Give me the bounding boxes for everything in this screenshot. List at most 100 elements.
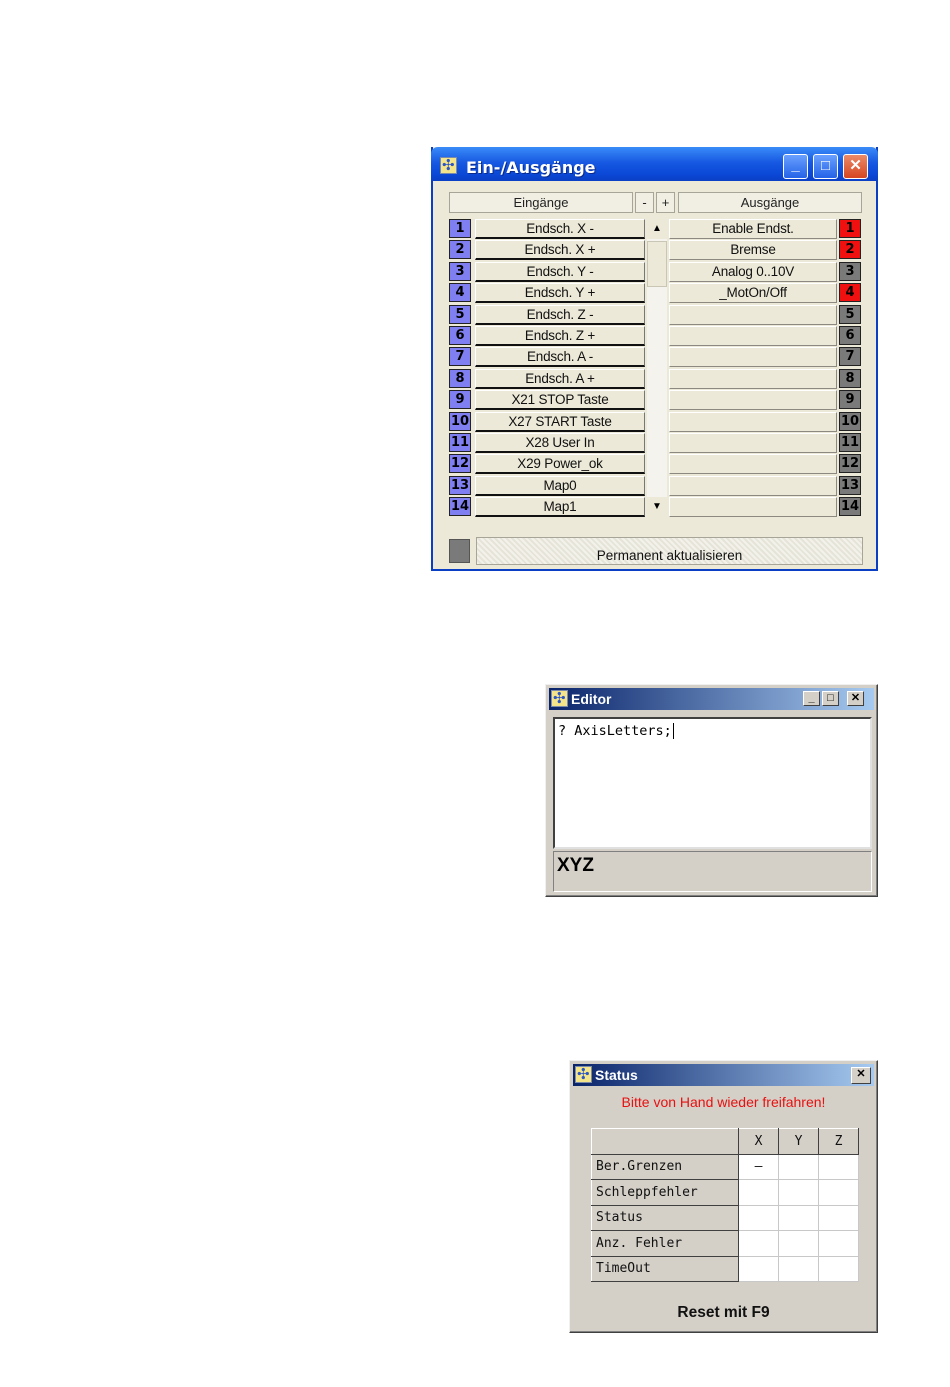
status-value <box>778 1179 819 1206</box>
output-number: 7 <box>839 347 861 367</box>
input-label[interactable]: Endsch. Y - <box>475 261 645 282</box>
output-number: 6 <box>839 326 861 345</box>
input-label[interactable]: Endsch. A + <box>475 368 645 389</box>
status-value <box>738 1255 779 1282</box>
status-row: Schleppfehler <box>591 1179 859 1206</box>
reset-hint: Reset mit F9 <box>677 1304 770 1321</box>
input-number: 11 <box>449 433 471 452</box>
editor-titlebar[interactable]: Editor _ □ ✕ <box>549 688 874 710</box>
inputs-header[interactable]: Eingänge <box>449 192 633 213</box>
output-button[interactable] <box>669 390 837 411</box>
output-number: 1 <box>839 219 861 238</box>
status-value <box>738 1204 779 1231</box>
input-number: 7 <box>449 347 471 367</box>
output-button[interactable] <box>669 326 837 346</box>
output-number: 8 <box>839 368 861 388</box>
input-label[interactable]: Endsch. X + <box>475 240 645 261</box>
output-number: 9 <box>839 390 861 410</box>
io-window: Ein-/Ausgänge _ □ ✕ Eingänge - + Ausgäng… <box>431 147 878 571</box>
input-label[interactable]: Endsch. Z + <box>475 326 645 346</box>
output-button[interactable] <box>669 475 837 496</box>
input-label[interactable]: Endsch. Y + <box>475 283 645 304</box>
status-titlebar[interactable]: Status ✕ <box>573 1064 874 1086</box>
editor-textarea[interactable]: ? AxisLetters; <box>553 717 872 849</box>
outputs-header[interactable]: Ausgänge <box>678 192 862 213</box>
close-button[interactable]: ✕ <box>851 1067 871 1084</box>
app-icon <box>575 1065 592 1083</box>
output-button[interactable]: Bremse <box>669 240 837 261</box>
status-value <box>818 1179 859 1206</box>
maximize-button[interactable]: □ <box>813 154 838 179</box>
output-button[interactable]: Enable Endst. <box>669 219 837 239</box>
input-number: 4 <box>449 283 471 303</box>
status-row-label: Ber.Grenzen <box>591 1153 739 1180</box>
output-button[interactable]: _MotOn/Off <box>669 283 837 304</box>
status-value <box>738 1179 779 1206</box>
scroll-up-icon[interactable]: ▲ <box>647 219 667 239</box>
output-button[interactable] <box>669 304 837 325</box>
close-button[interactable]: ✕ <box>843 154 868 179</box>
status-value <box>818 1255 859 1282</box>
io-window-body: Eingänge - + Ausgänge 1 Endsch. X - 2 Endsc… <box>433 181 876 569</box>
status-grid: X Y Z Ber.Grenzen – Schleppfehler Status Anz. F… <box>591 1128 859 1282</box>
input-label[interactable]: X29 Power_ok <box>475 454 645 475</box>
input-label[interactable]: Endsch. Z - <box>475 304 645 325</box>
status-header-row: XYZ <box>591 1128 859 1155</box>
output-number: 11 <box>839 433 861 452</box>
permanent-update-button[interactable]: Permanent aktualisieren <box>476 537 863 565</box>
status-title: Status <box>595 1067 638 1083</box>
input-label[interactable]: X27 START Taste <box>475 411 645 432</box>
input-label[interactable]: Endsch. X - <box>475 219 645 239</box>
io-window-titlebar[interactable]: Ein-/Ausgänge _ □ ✕ <box>431 147 878 181</box>
status-message: Bitte von Hand wieder freifahren! <box>621 1094 826 1110</box>
text-cursor <box>672 723 674 739</box>
output-button[interactable] <box>669 454 837 475</box>
input-number: 5 <box>449 304 471 324</box>
permanent-indicator <box>449 539 470 563</box>
page-plus-button[interactable]: + <box>656 192 675 213</box>
minimize-button[interactable]: _ <box>803 691 820 706</box>
status-value <box>818 1153 859 1180</box>
input-label[interactable]: Map1 <box>475 497 645 518</box>
status-row-label: Status <box>591 1204 739 1231</box>
output-number: 2 <box>839 240 861 260</box>
editor-window: Editor _ □ ✕ ? AxisLetters; XYZ <box>545 684 878 897</box>
status-value <box>738 1230 779 1257</box>
input-label[interactable]: X28 User In <box>475 433 645 453</box>
close-button[interactable]: ✕ <box>847 691 864 706</box>
maximize-button[interactable]: □ <box>822 691 839 706</box>
output-button[interactable] <box>669 497 837 518</box>
page-minus-button[interactable]: - <box>635 192 654 213</box>
input-label[interactable]: Endsch. A - <box>475 347 645 368</box>
scroll-thumb[interactable] <box>647 241 667 287</box>
inputs-scrollbar[interactable]: ▲ ▼ <box>647 219 667 517</box>
status-value <box>778 1255 819 1282</box>
status-window: Status ✕ Bitte von Hand wieder freifahre… <box>569 1060 878 1333</box>
input-number: 12 <box>449 454 471 474</box>
app-icon <box>551 689 568 707</box>
output-button[interactable]: Analog 0..10V <box>669 261 837 282</box>
status-row-label: Anz. Fehler <box>591 1230 739 1257</box>
status-row-label: TimeOut <box>591 1255 739 1282</box>
minimize-button[interactable]: _ <box>783 154 808 179</box>
input-label[interactable]: Map0 <box>475 475 645 496</box>
output-button[interactable] <box>669 368 837 389</box>
input-number: 6 <box>449 326 471 345</box>
output-button[interactable] <box>669 433 837 453</box>
status-value: – <box>738 1153 779 1180</box>
output-number: 10 <box>839 411 861 431</box>
app-icon <box>440 156 457 174</box>
editor-title: Editor <box>571 691 612 707</box>
input-label[interactable]: X21 STOP Taste <box>475 390 645 411</box>
output-button[interactable] <box>669 347 837 368</box>
status-row: Anz. Fehler <box>591 1230 859 1257</box>
output-number: 5 <box>839 304 861 324</box>
status-value <box>778 1230 819 1257</box>
input-number: 14 <box>449 497 471 517</box>
scroll-down-icon[interactable]: ▼ <box>647 497 667 517</box>
output-number: 13 <box>839 475 861 495</box>
status-row-label: Schleppfehler <box>591 1179 739 1206</box>
input-number: 3 <box>449 261 471 281</box>
output-number: 4 <box>839 283 861 303</box>
output-button[interactable] <box>669 411 837 432</box>
